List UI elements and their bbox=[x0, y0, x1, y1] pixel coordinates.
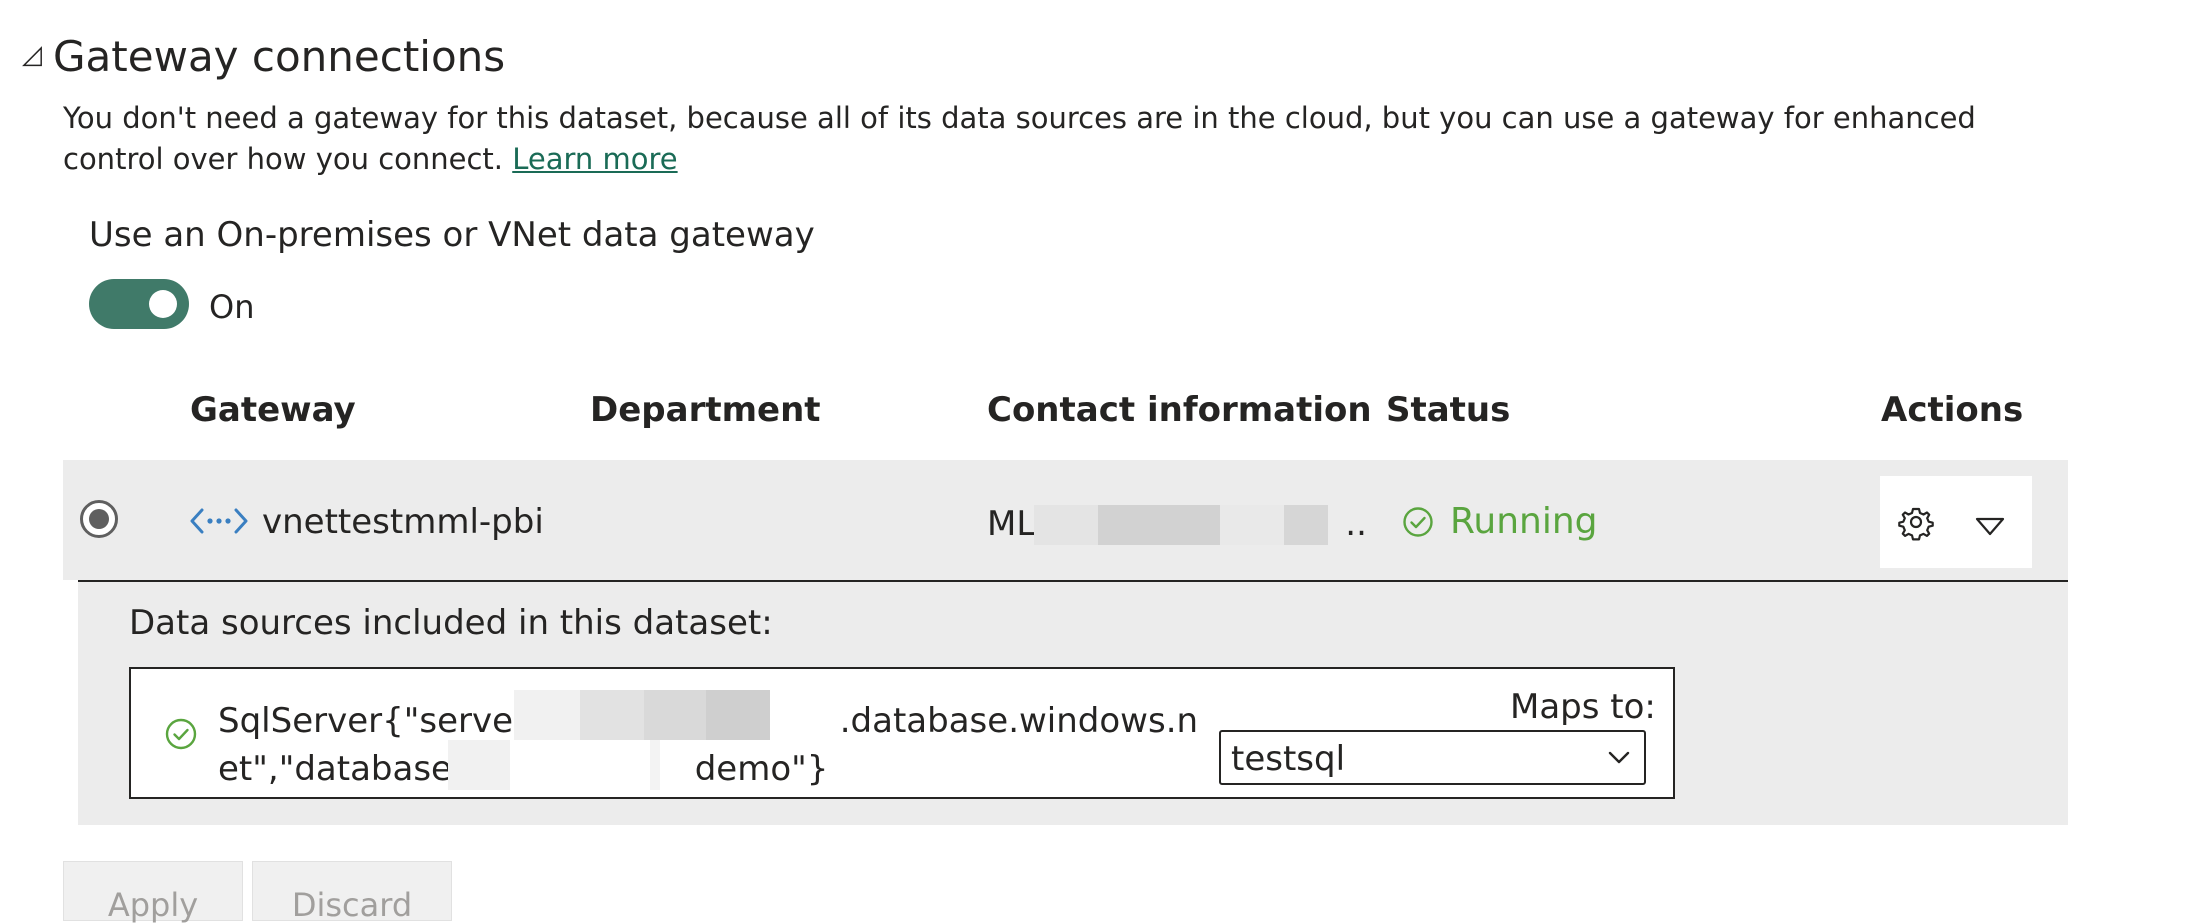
datasources-title: Data sources included in this dataset: bbox=[129, 603, 773, 643]
redacted-block bbox=[1284, 505, 1328, 545]
contact-suffix: .. bbox=[1345, 504, 1367, 544]
redacted-block bbox=[644, 690, 706, 740]
discard-button[interactable]: Discard bbox=[252, 861, 452, 924]
datasource-line-1-suffix: .database.windows.n bbox=[839, 701, 1199, 741]
datasource-check-icon bbox=[165, 718, 197, 750]
chevron-down-icon[interactable] bbox=[1972, 508, 2008, 544]
redacted-block bbox=[580, 690, 644, 740]
toggle-state-text: On bbox=[209, 288, 255, 326]
redacted-block bbox=[514, 690, 580, 740]
contact-prefix: ML bbox=[987, 504, 1036, 544]
chevron-down-icon bbox=[1608, 751, 1630, 764]
apply-button[interactable]: Apply bbox=[63, 861, 243, 924]
gateway-toggle-label: Use an On-premises or VNet data gateway bbox=[89, 215, 815, 255]
maps-to-value: testsql bbox=[1231, 739, 1346, 779]
section-title: Gateway connections bbox=[53, 32, 506, 81]
header-department: Department bbox=[590, 390, 821, 430]
header-gateway: Gateway bbox=[190, 390, 356, 430]
redacted-block bbox=[1034, 505, 1098, 545]
header-status: Status bbox=[1386, 390, 1511, 430]
radio-selected-dot bbox=[89, 509, 109, 529]
redacted-block bbox=[448, 740, 510, 790]
redacted-block bbox=[1220, 505, 1284, 545]
redacted-block bbox=[1098, 505, 1220, 545]
redacted-block bbox=[510, 740, 660, 790]
toggle-knob bbox=[149, 290, 177, 318]
vnet-gateway-icon bbox=[190, 508, 248, 534]
learn-more-link[interactable]: Learn more bbox=[512, 142, 677, 176]
maps-to-select[interactable]: testsql bbox=[1219, 730, 1646, 785]
gateway-radio-button[interactable] bbox=[80, 500, 118, 538]
header-contact-information: Contact information bbox=[987, 390, 1372, 430]
maps-to-label: Maps to: bbox=[1510, 687, 1656, 727]
section-description: You don't need a gateway for this datase… bbox=[63, 98, 2083, 180]
gear-icon[interactable] bbox=[1896, 502, 1936, 542]
datasource-line-2-suffix: demo"} bbox=[694, 749, 829, 789]
header-actions: Actions bbox=[1881, 390, 2024, 430]
running-check-icon bbox=[1403, 507, 1433, 537]
description-text: You don't need a gateway for this datase… bbox=[63, 101, 1976, 176]
collapse-caret-icon[interactable]: ◿ bbox=[22, 42, 42, 68]
gateway-toggle[interactable] bbox=[89, 279, 189, 329]
gateway-name: vnettestmml-pbi bbox=[262, 502, 544, 542]
redacted-block bbox=[706, 690, 770, 740]
gateway-status: Running bbox=[1450, 501, 1598, 542]
